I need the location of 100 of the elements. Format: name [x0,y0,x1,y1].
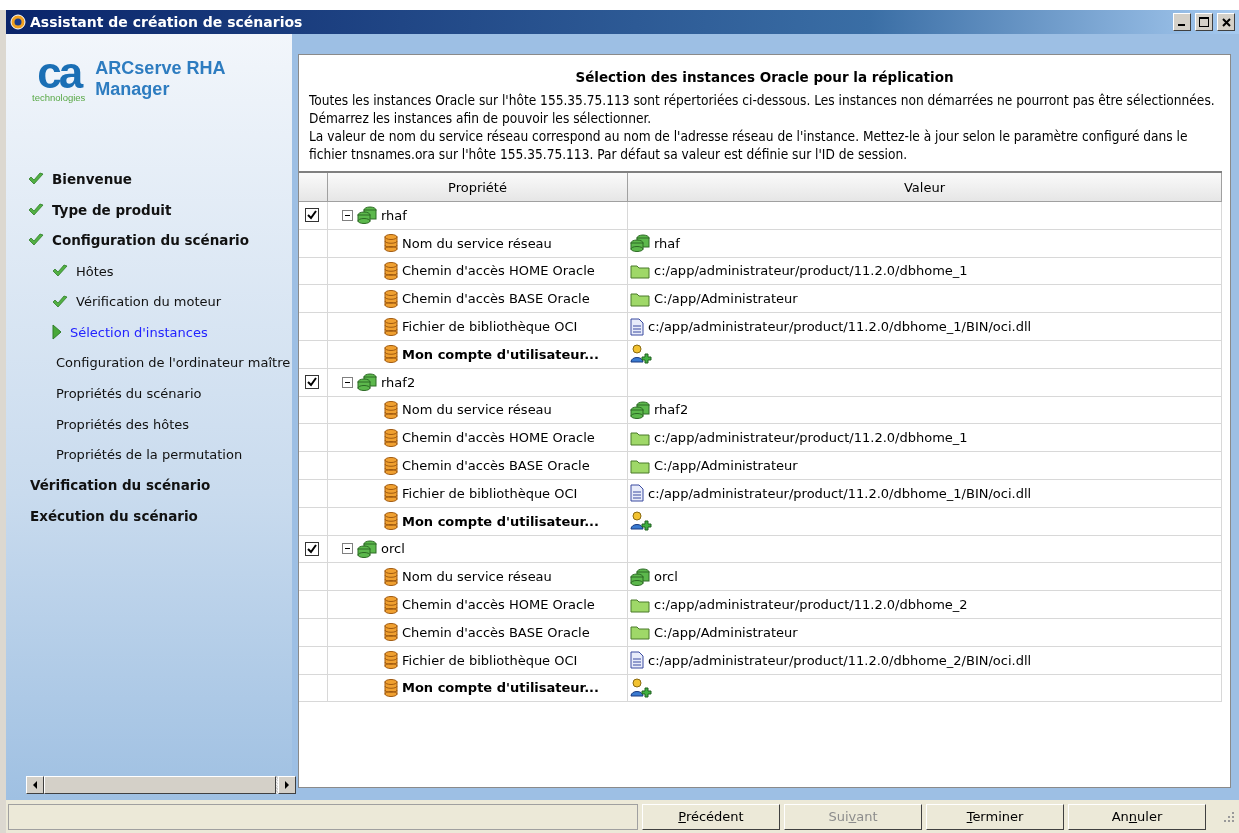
wizard-step: Bienvenue [52,171,133,188]
maximize-button[interactable] [1195,13,1213,31]
database-icon [384,262,398,280]
property-label: Chemin d'accès BASE Oracle [402,291,590,307]
maximize-icon [1199,17,1209,27]
logo-tagline: technologies [32,92,86,103]
description-text: Toutes les instances Oracle sur l'hôte 155.35.75.113 sont répertoriées ci-dessous. Les instances non démarrées ne pourront pas être sélectionnées. Démarrez les instances afin de pouvoir les sélectionner. [309,91,1216,127]
wizard-step: Hôtes [76,263,114,279]
property-label: Fichier de bibliothèque OCI [402,319,578,335]
checkbox[interactable] [305,375,319,390]
logo-mark: ca [37,54,81,92]
column-header[interactable]: Propriété [328,173,628,202]
database-icon [384,484,398,503]
product-name: ARCserve RHA Manager [95,57,226,101]
database-icon [384,512,398,531]
database-icon [384,345,398,364]
user-add-icon[interactable] [630,344,652,365]
property-value[interactable]: C:/app/Administrateur [654,458,798,474]
document-icon [630,317,644,336]
property-value[interactable]: c:/app/administrateur/product/11.2.0/dbhome_2 [654,597,968,613]
document-icon [630,651,644,670]
property-label: Nom du service réseau [402,569,552,585]
property-label: Nom du service réseau [402,235,552,251]
property-value[interactable]: rhaf [654,235,680,251]
wizard-step: Propriétés de la permutation [56,447,243,463]
folder-icon [630,263,650,279]
app-icon [10,14,26,30]
close-button[interactable] [1217,13,1235,31]
folder-icon [630,429,650,446]
wizard-step: Sélection d'instances [70,324,208,340]
property-label: Nom du service réseau [402,402,552,418]
database-icon [384,234,398,253]
property-label: Chemin d'accès BASE Oracle [402,624,590,640]
property-label: Mon compte d'utilisateur... [402,513,599,529]
property-label: Chemin d'accès HOME Oracle [402,597,595,613]
folder-icon [630,290,650,307]
property-label: Mon compte d'utilisateur... [402,346,599,362]
database-stack-icon [357,539,377,558]
database-icon [384,456,398,475]
property-label: Chemin d'accès BASE Oracle [402,458,590,474]
minimize-button[interactable] [1173,13,1191,31]
property-value[interactable]: C:/app/Administrateur [654,624,798,640]
instance-name[interactable]: rhaf2 [381,374,416,390]
checkbox[interactable] [305,208,319,223]
wizard-step: Configuration du scénario [52,232,249,249]
property-value[interactable]: C:/app/Administrateur [654,291,798,307]
collapse-toggle[interactable] [342,209,353,221]
instance-name[interactable]: rhaf [381,207,407,223]
instance-name[interactable]: orcl [381,541,405,557]
checkbox[interactable] [305,541,319,556]
database-stack-icon [357,373,377,392]
wizard-step: Vérification du scénario [30,477,211,494]
property-value[interactable]: c:/app/administrateur/product/11.2.0/dbhome_2/BIN/oci.dll [648,652,1032,668]
database-icon [384,567,398,586]
database-icon [384,428,398,447]
database-icon [384,595,398,614]
scroll-right-icon[interactable] [284,781,290,789]
property-value[interactable]: c:/app/administrateur/product/11.2.0/dbhome_1/BIN/oci.dll [648,319,1032,335]
database-stack-icon [630,400,650,419]
database-icon [384,623,398,642]
window-title: Assistant de création de scénarios [30,14,304,30]
property-label: Fichier de bibliothèque OCI [402,485,578,501]
wizard-step: Type de produit [52,201,172,218]
collapse-toggle[interactable] [342,543,353,555]
database-icon [384,678,398,697]
wizard-button[interactable]: Annuler [1068,803,1206,830]
property-value[interactable]: c:/app/administrateur/product/11.2.0/dbhome_1 [654,430,968,446]
database-icon [384,289,398,308]
description-text: La valeur de nom du service réseau correspond au nom de l'adresse réseau de l'instance. Mettez-le à jour selon le paramètre configuré dans le fichier tnsnames.ora sur l'hôte 155.35.75.113. Par défaut sa valeur est définie sur l'ID de session. [309,127,1189,163]
close-icon [1221,17,1231,27]
property-value[interactable]: c:/app/administrateur/product/11.2.0/dbhome_1/BIN/oci.dll [648,485,1032,501]
column-header [299,173,328,202]
panel-heading: Sélection des instances Oracle pour la réplication [574,69,955,85]
property-value[interactable]: c:/app/administrateur/product/11.2.0/dbhome_1 [654,263,968,279]
property-value[interactable]: orcl [654,569,678,585]
wizard-step: Propriétés des hôtes [56,416,190,432]
property-label: Fichier de bibliothèque OCI [402,652,578,668]
database-stack-icon [630,234,650,253]
database-icon [384,317,398,336]
wizard-step: Propriétés du scénario [56,385,202,401]
database-icon [384,651,398,670]
property-label: Chemin d'accès HOME Oracle [402,263,595,279]
triangle-icon [52,324,62,341]
property-label: Chemin d'accès HOME Oracle [402,430,595,446]
property-value[interactable]: rhaf2 [654,402,689,418]
wizard-step: Configuration de l'ordinateur maître [56,355,291,371]
folder-icon [630,457,650,474]
user-add-icon[interactable] [630,677,652,698]
wizard-button[interactable]: Terminer [926,803,1064,830]
wizard-step: Exécution du scénario [30,507,198,524]
collapse-toggle[interactable] [342,376,353,388]
wizard-button[interactable]: Précédent [642,803,780,830]
user-add-icon[interactable] [630,511,652,532]
resize-grip-icon[interactable] [1223,810,1235,823]
document-icon [630,484,644,503]
database-stack-icon [630,567,650,586]
database-icon [384,400,398,419]
scroll-left-icon[interactable] [32,781,38,789]
property-label: Mon compte d'utilisateur... [402,680,599,696]
column-header[interactable]: Valeur [628,173,1222,202]
